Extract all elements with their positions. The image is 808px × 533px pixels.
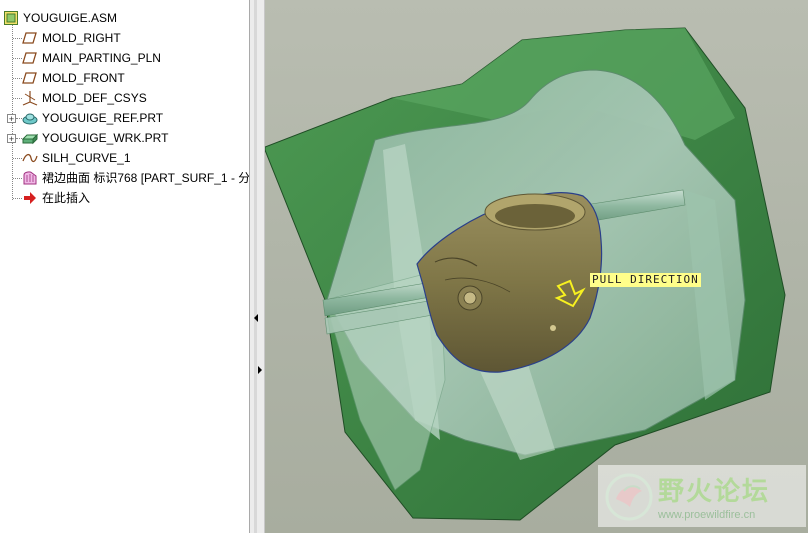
graphics-viewport[interactable]: PULL DIRECTION 野火论坛 www.proewildfire.cn — [265, 0, 808, 533]
expand-toggle[interactable]: + — [7, 134, 16, 144]
surface-icon — [23, 171, 37, 185]
tree-item-wrk-part[interactable]: YOUGUIGE_WRK.PRT — [22, 129, 168, 147]
watermark-url: www.proewildfire.cn — [658, 509, 756, 521]
splitter-bar — [254, 0, 257, 533]
curve-icon — [22, 153, 38, 163]
tree-item-label: 裙边曲面 标识768 [PART_SURF_1 - 分 — [42, 171, 250, 185]
tree-item-label: MAIN_PARTING_PLN — [42, 51, 161, 65]
tree-item-ref-part[interactable]: YOUGUIGE_REF.PRT — [22, 109, 163, 127]
tree-item-mold-front[interactable]: MOLD_FRONT — [22, 69, 125, 87]
tree-item-label: YOUGUIGE_REF.PRT — [42, 111, 164, 125]
tree-item-label: 在此插入 — [42, 191, 91, 205]
tree-root-label: YOUGUIGE.ASM — [23, 11, 118, 25]
datum-plane-icon — [22, 52, 37, 64]
datum-plane-icon — [22, 72, 37, 84]
panel-splitter[interactable] — [250, 0, 265, 533]
tree-item-mold-def-csys[interactable]: MOLD_DEF_CSYS — [22, 89, 147, 107]
coordinate-system-icon — [22, 91, 38, 106]
watermark: 野火论坛 www.proewildfire.cn — [598, 465, 806, 527]
tree-item-label: YOUGUIGE_WRK.PRT — [42, 131, 169, 145]
expand-toggle[interactable]: + — [7, 114, 16, 124]
tree-item-mold-right[interactable]: MOLD_RIGHT — [22, 29, 121, 47]
expand-right-arrow-icon[interactable] — [258, 366, 262, 374]
pull-direction-label: PULL DIRECTION — [590, 273, 701, 287]
watermark-logo-icon — [605, 473, 653, 521]
datum-plane-icon — [22, 32, 37, 44]
model-tree-panel: YOUGUIGE.ASM MOLD_RIGHT MAIN_PARTING_PLN… — [0, 0, 250, 533]
tree-item-label: MOLD_DEF_CSYS — [42, 91, 147, 105]
tree-item-label: MOLD_RIGHT — [42, 31, 121, 45]
watermark-title: 野火论坛 — [658, 477, 771, 507]
insert-here-arrow-icon — [24, 192, 36, 204]
tree-item-main-parting-pln[interactable]: MAIN_PARTING_PLN — [22, 49, 161, 67]
tree-root-item[interactable]: YOUGUIGE.ASM — [3, 9, 117, 27]
tree-connector — [12, 24, 13, 200]
tree-item-skirt-surface[interactable]: 裙边曲面 标识768 [PART_SURF_1 - 分 — [22, 169, 250, 187]
part-icon — [22, 113, 38, 125]
collapse-left-arrow-icon[interactable] — [254, 314, 258, 322]
tree-item-label: MOLD_FRONT — [42, 71, 125, 85]
tree-item-label: SILH_CURVE_1 — [42, 151, 131, 165]
tree-item-silh-curve[interactable]: SILH_CURVE_1 — [22, 149, 131, 167]
mold-3d-view — [265, 27, 786, 521]
assembly-icon — [4, 11, 18, 25]
tree-item-insert-here[interactable]: 在此插入 — [22, 189, 90, 207]
workpiece-icon — [22, 133, 38, 145]
